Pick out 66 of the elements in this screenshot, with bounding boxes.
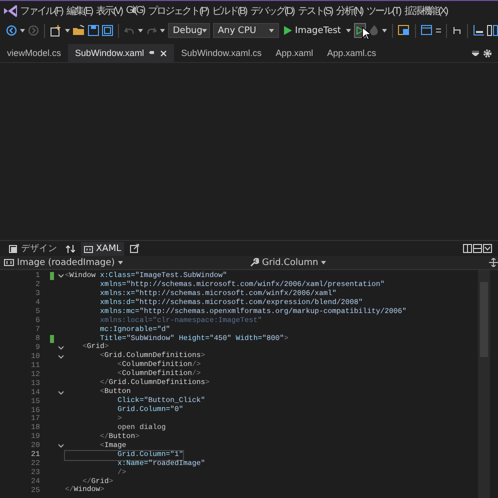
element-dropdown[interactable]: Image (roadedImage) [0,256,246,269]
menu-item[interactable]: 編集(E) [65,4,94,18]
popout-icon[interactable] [130,244,140,253]
design-icon [9,244,18,252]
vertical-split-icon[interactable] [463,244,472,253]
document-tab[interactable]: SubWindow.xaml.cs [174,44,269,62]
split-editor-icon[interactable] [489,258,498,267]
view-tab[interactable]: デザイン [6,242,60,256]
collapse-chevron-icon[interactable] [58,354,64,359]
menu-item[interactable]: デバッグ(D) [249,4,295,18]
caret-icon [321,260,326,264]
save-all-icon[interactable] [102,25,113,36]
menu-item[interactable]: Git(G) [124,5,146,16]
tab-list-icon[interactable] [472,50,479,56]
menu-item[interactable]: ビルド(B) [211,4,248,18]
caret-icon[interactable] [20,28,25,32]
open-folder-icon[interactable] [72,25,85,36]
start-button[interactable]: ImageTest [282,26,343,36]
swap-icon[interactable] [66,244,75,252]
cursor-icon [362,27,371,40]
play-outline-icon [356,26,364,35]
document-tab[interactable]: viewModel.cs [0,44,68,62]
window-icon[interactable] [421,25,434,36]
collapse-chevron-icon[interactable] [58,444,64,448]
view-tab[interactable]: XAML [81,242,124,256]
horizontal-split-icon[interactable] [473,244,482,253]
code-view-icon [84,244,93,252]
caret-icon[interactable] [64,28,70,32]
save-icon[interactable] [88,25,99,36]
caret-icon [269,28,274,32]
close-icon[interactable] [160,50,168,56]
menu-item[interactable]: 拡張機能(X) [403,4,448,18]
caret-icon[interactable] [138,28,143,32]
browser-link-icon[interactable] [398,25,410,36]
configuration-dropdown[interactable]: Debug [168,23,210,38]
document-tab[interactable]: App.xaml [268,44,320,62]
columns-icon[interactable] [487,25,498,36]
menu-item[interactable]: 表示(V) [95,4,123,18]
caret-icon[interactable] [346,28,351,32]
document-tab[interactable]: App.xaml.cs [320,44,384,62]
element-icon [4,259,14,266]
menu-item[interactable]: 分析(N) [335,4,364,18]
platform-dropdown[interactable]: Any CPU [212,23,280,38]
caret-icon [202,28,208,32]
wrench-icon [250,258,259,267]
caret-icon[interactable] [160,28,165,32]
menu-item[interactable]: ツール(T) [366,4,402,18]
app-logo-icon [3,4,17,16]
settings-icon[interactable] [483,48,492,58]
menu-item[interactable]: プロジェクト(P) [147,4,210,18]
member-dropdown[interactable]: Grid.Column [246,256,489,269]
new-project-icon[interactable] [50,24,62,36]
document-tab[interactable]: SubWindow.xaml [68,44,174,62]
align-icon[interactable] [473,25,484,36]
collapse-chevron-icon[interactable] [58,390,64,395]
pin-icon[interactable] [149,50,156,56]
scrollbar[interactable] [478,270,490,498]
play-icon [284,26,292,35]
back-icon[interactable] [6,25,17,36]
caret-icon [118,260,123,264]
collapse-chevron-icon[interactable] [58,346,64,350]
caret-icon[interactable] [382,28,388,32]
menu-item[interactable]: テスト(S) [296,4,334,18]
collapse-pane-icon[interactable] [483,244,492,253]
collapse-chevron-icon[interactable] [58,274,64,278]
menu-item[interactable]: ファイル(F) [19,4,64,18]
